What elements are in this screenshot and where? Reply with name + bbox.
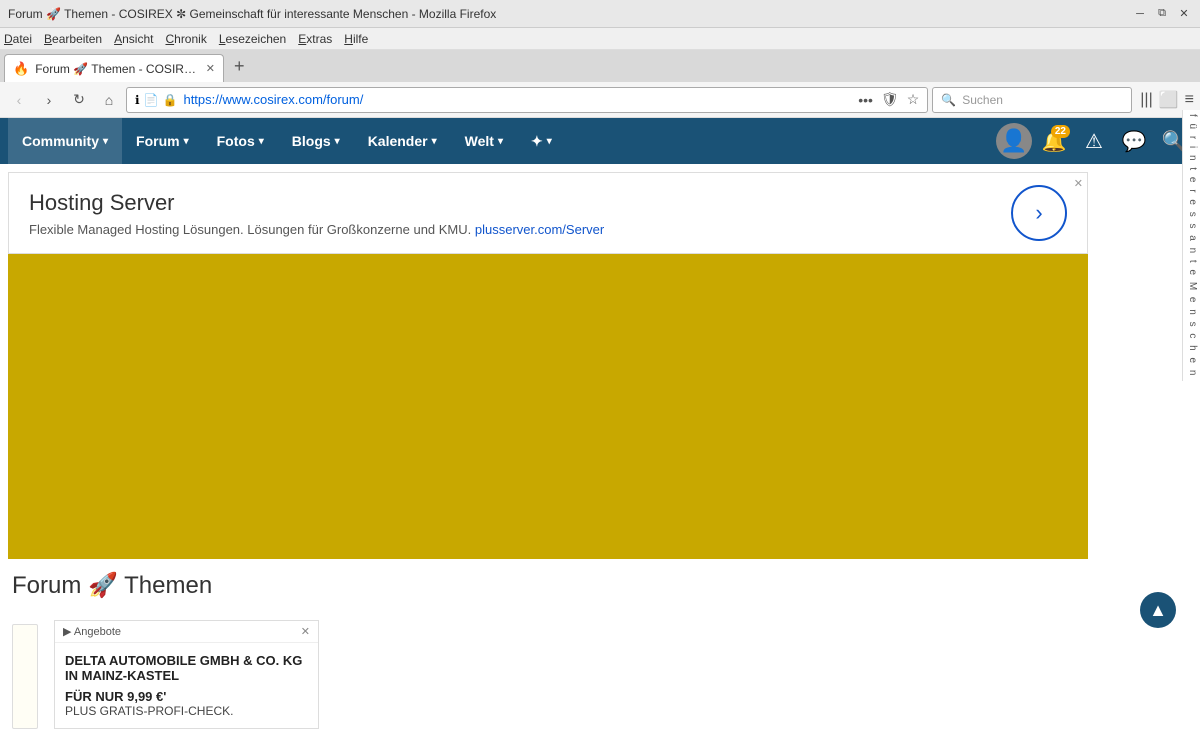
page-title-rocket-icon: 🚀 xyxy=(88,572,124,599)
bottom-ad-body: DELTA AUTOMOBILE GMBH & CO. KG IN MAINZ-… xyxy=(55,643,318,728)
ad-description: Flexible Managed Hosting Lösungen. Lösun… xyxy=(29,222,1011,237)
nav-fotos-label: Fotos xyxy=(217,133,255,149)
menu-lesezeichen[interactable]: Lesezeichen xyxy=(219,32,286,46)
page-title-suffix: Themen xyxy=(124,572,212,599)
tab-label: Forum 🚀 Themen - COSIREX xyxy=(35,62,200,76)
bottom-ad-title: DELTA AUTOMOBILE GMBH & CO. KG IN MAINZ-… xyxy=(65,653,308,683)
ad-banner: Hosting Server Flexible Managed Hosting … xyxy=(8,172,1088,254)
welt-chevron-icon: ▾ xyxy=(498,136,503,147)
active-tab[interactable]: 🔥 Forum 🚀 Themen - COSIREX ✕ xyxy=(4,54,224,82)
nav-item-community[interactable]: Community ▾ xyxy=(8,118,122,164)
secure-icon: 🔒 xyxy=(163,93,178,107)
alert-button[interactable]: ⚠ xyxy=(1076,123,1112,159)
ad-link[interactable]: plusserver.com/Server xyxy=(475,222,604,237)
nav-right-section: 👤 🔔 22 ⚠ 💬 🔍 xyxy=(996,123,1192,159)
search-icon: 🔍 xyxy=(941,93,956,107)
address-text: https://www.cosirex.com/forum/ xyxy=(183,92,852,107)
browser-title: Forum 🚀 Themen - COSIREX ✼ Gemeinschaft … xyxy=(8,7,1132,21)
forum-card xyxy=(12,624,38,729)
community-chevron-icon: ▾ xyxy=(103,136,108,147)
browser-title-bar: Forum 🚀 Themen - COSIREX ✼ Gemeinschaft … xyxy=(0,0,1200,28)
menu-bar: Datei Bearbeiten Ansicht Chronik Lesezei… xyxy=(0,28,1200,50)
back-button[interactable]: ‹ xyxy=(6,87,32,113)
ad-title: Hosting Server xyxy=(29,190,1011,216)
user-avatar[interactable]: 👤 xyxy=(996,123,1032,159)
menu-bearbeiten[interactable]: Bearbeiten xyxy=(44,32,102,46)
bottom-ad-header: ▶ Angebote ✕ xyxy=(55,621,318,643)
page-content: Forum 🚀 Themen ▶ Angebote ✕ DELTA AUTOMO… xyxy=(0,559,1200,729)
bottom-ad-close-icon[interactable]: ✕ xyxy=(301,625,310,638)
forward-button[interactable]: › xyxy=(36,87,62,113)
yellow-banner-area xyxy=(8,254,1088,559)
more-options-button[interactable]: ••• xyxy=(858,92,873,108)
nav-community-label: Community xyxy=(22,133,99,149)
nav-item-star[interactable]: ✦ ▾ xyxy=(517,118,566,164)
address-actions: ••• 🛡 ☆ xyxy=(858,91,919,108)
library-icon[interactable]: ||| xyxy=(1140,91,1152,109)
tab-close-button[interactable]: ✕ xyxy=(206,62,215,75)
nav-kalender-label: Kalender xyxy=(368,133,428,149)
hamburger-icon[interactable]: ≡ xyxy=(1185,91,1194,109)
notifications-button[interactable]: 🔔 22 xyxy=(1036,123,1072,159)
tabs-icon[interactable]: ⬜ xyxy=(1159,90,1179,110)
right-sidebar-text: f ü r i n t e r e s s a n t e M e n s c … xyxy=(1182,110,1200,381)
minimize-button[interactable]: ─ xyxy=(1132,6,1148,22)
sidebar-vertical-text: f ü r i n t e r e s s a n t e M e n s c … xyxy=(1187,114,1198,377)
nav-item-blogs[interactable]: Blogs ▾ xyxy=(278,118,354,164)
star-chevron-icon: ▾ xyxy=(547,136,552,147)
search-placeholder: Suchen xyxy=(962,93,1003,107)
ad-close-button[interactable]: ✕ xyxy=(1074,177,1083,190)
nav-forum-label: Forum xyxy=(136,133,180,149)
ad-arrow-button[interactable]: › xyxy=(1011,185,1067,241)
maximize-button[interactable]: ⧉ xyxy=(1154,6,1170,22)
ad-content: Hosting Server Flexible Managed Hosting … xyxy=(29,190,1011,237)
chat-button[interactable]: 💬 xyxy=(1116,123,1152,159)
bookmark-icon[interactable]: ☆ xyxy=(907,91,920,108)
menu-hilfe[interactable]: Hilfe xyxy=(344,32,368,46)
close-button[interactable]: ✕ xyxy=(1176,6,1192,22)
menu-chronik[interactable]: Chronik xyxy=(165,32,206,46)
nav-item-fotos[interactable]: Fotos ▾ xyxy=(203,118,278,164)
fotos-chevron-icon: ▾ xyxy=(259,136,264,147)
reader-icon: 📄 xyxy=(144,93,159,107)
tab-favicon: 🔥 xyxy=(13,61,29,77)
blogs-chevron-icon: ▾ xyxy=(335,136,340,147)
page-title-forum: Forum xyxy=(12,572,81,599)
tab-bar: 🔥 Forum 🚀 Themen - COSIREX ✕ + xyxy=(0,50,1200,82)
nav-blogs-label: Blogs xyxy=(292,133,331,149)
bottom-ad-offer: FÜR NUR 9,99 €' xyxy=(65,689,308,704)
info-icon: ℹ xyxy=(135,93,140,107)
nav-item-welt[interactable]: Welt ▾ xyxy=(451,118,517,164)
kalender-chevron-icon: ▾ xyxy=(432,136,437,147)
new-tab-button[interactable]: + xyxy=(226,52,253,81)
menu-extras[interactable]: Extras xyxy=(298,32,332,46)
toolbar-icons: ||| ⬜ ≡ xyxy=(1140,90,1194,110)
home-button[interactable]: ⌂ xyxy=(96,87,122,113)
scroll-to-top-button[interactable]: ▲ xyxy=(1140,592,1176,628)
nav-item-forum[interactable]: Forum ▾ xyxy=(122,118,203,164)
nav-welt-label: Welt xyxy=(465,133,494,149)
site-navigation: Community ▾ Forum ▾ Fotos ▾ Blogs ▾ Kale… xyxy=(0,118,1200,164)
reload-button[interactable]: ↻ xyxy=(66,87,92,113)
nav-star-label: ✦ xyxy=(531,133,543,150)
forum-chevron-icon: ▾ xyxy=(184,136,189,147)
bottom-ad-angebote-label: ▶ Angebote xyxy=(63,625,121,638)
window-controls: ─ ⧉ ✕ xyxy=(1132,6,1192,22)
menu-datei[interactable]: Datei xyxy=(4,32,32,46)
notification-badge: 22 xyxy=(1051,125,1070,138)
address-security-icons: ℹ 📄 🔒 xyxy=(135,93,177,107)
bottom-ad: ▶ Angebote ✕ DELTA AUTOMOBILE GMBH & CO.… xyxy=(54,620,319,729)
nav-item-kalender[interactable]: Kalender ▾ xyxy=(354,118,451,164)
address-bar: ‹ › ↻ ⌂ ℹ 📄 🔒 https://www.cosirex.com/fo… xyxy=(0,82,1200,118)
menu-ansicht[interactable]: Ansicht xyxy=(114,32,153,46)
bottom-ad-sub: PLUS GRATIS-PROFI-CHECK. xyxy=(65,704,308,718)
ad-desc-text: Flexible Managed Hosting Lösungen. Lösun… xyxy=(29,222,471,237)
page-title: Forum 🚀 Themen xyxy=(12,571,212,600)
address-input[interactable]: ℹ 📄 🔒 https://www.cosirex.com/forum/ •••… xyxy=(126,87,928,113)
shield-icon: 🛡 xyxy=(881,91,899,108)
search-input-wrap[interactable]: 🔍 Suchen xyxy=(932,87,1132,113)
